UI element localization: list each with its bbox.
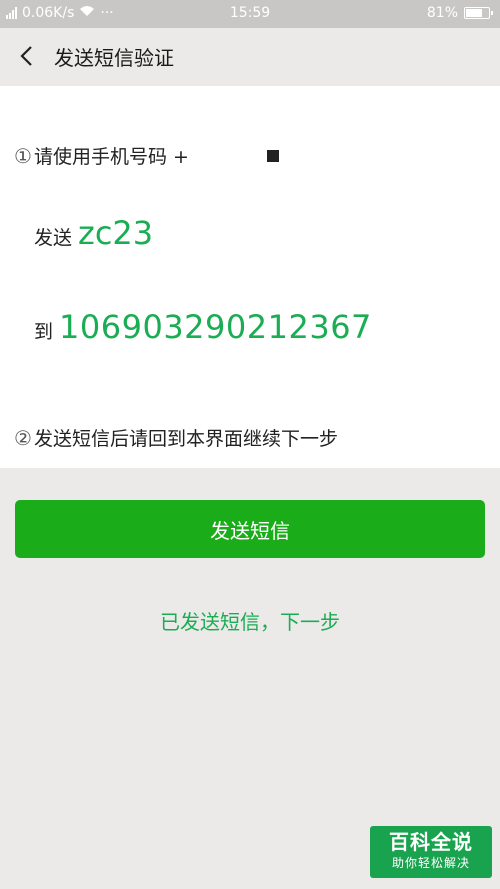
send-to-line: 到 106903290212367 (34, 308, 372, 346)
clock: 15:59 (229, 5, 271, 21)
watermark-subtitle: 助你轻松解决 (391, 856, 470, 870)
battery-percent: 81% (426, 5, 458, 21)
title-bar: 发送短信验证 (0, 28, 500, 84)
back-arrow-icon[interactable] (4, 28, 48, 84)
target-phone-number: 106903290212367 (59, 308, 372, 346)
status-bar: 0.06K/s ··· 15:59 81% (0, 0, 500, 28)
step-1-text: 请使用手机号码 + (33, 146, 189, 168)
battery-icon (464, 7, 493, 19)
instruction-panel: ① 请使用手机号码 + 发送 zc23 到 106903290212367 ② … (0, 86, 500, 468)
send-code-line: 发送 zc23 (34, 214, 153, 252)
send-label: 发送 (34, 227, 73, 249)
sent-next-button[interactable]: 已发送短信，下一步 (15, 590, 485, 650)
sms-code: zc23 (78, 214, 154, 252)
step-2-text: 发送短信后请回到本界面继续下一步 (33, 428, 338, 450)
watermark-title: 百科全说 (389, 830, 473, 854)
step-1-marker: ① (14, 143, 32, 168)
step-1: ① 请使用手机号码 + (14, 142, 279, 169)
step-2: ② 发送短信后请回到本界面继续下一步 (14, 424, 338, 451)
redacted-mark (266, 149, 279, 162)
watermark-logo: 百科全说 助你轻松解决 (370, 826, 492, 878)
step-2-marker: ② (14, 425, 32, 450)
to-label: 到 (34, 321, 54, 343)
page-title: 发送短信验证 (54, 45, 174, 70)
send-sms-button[interactable]: 发送短信 (15, 500, 485, 558)
